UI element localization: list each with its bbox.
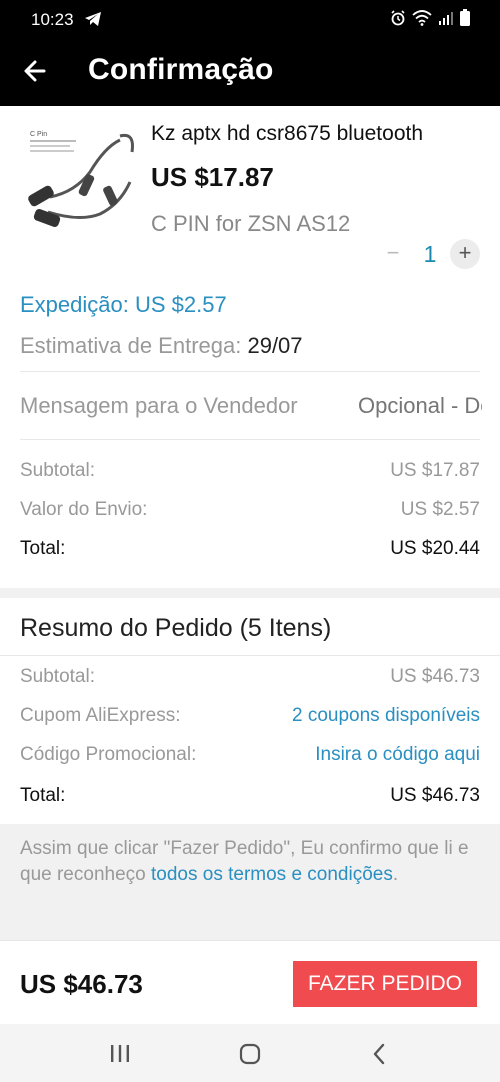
item-total-value: US $20.44 [390, 538, 480, 559]
item-subtotal-label: Subtotal: [20, 460, 95, 481]
promo-code-label: Código Promocional: [20, 744, 197, 765]
product-thumbnail[interactable]: C Pin [20, 122, 140, 244]
place-order-button[interactable]: FAZER PEDIDO [293, 961, 477, 1007]
summary-total-label: Total: [20, 785, 66, 806]
item-total-label: Total: [20, 538, 66, 559]
increase-quantity-button[interactable]: + [450, 239, 480, 269]
terms-notice: Assim que clicar "Fazer Pedido", Eu conf… [0, 824, 500, 922]
delivery-date: 29/07 [247, 333, 303, 358]
terms-text-block: Assim que clicar "Fazer Pedido", Eu conf… [20, 836, 480, 888]
promo-code-link[interactable]: Insira o código aqui [315, 744, 480, 766]
delivery-label: Estimativa de Entrega: [20, 333, 242, 358]
item-shipping-value: US $2.57 [400, 499, 480, 520]
recent-apps-icon[interactable] [105, 1040, 135, 1068]
decrease-quantity-button[interactable]: − [378, 239, 408, 269]
status-bar: 10:23 [0, 0, 500, 40]
product-variant: C PIN for ZSN AS12 [151, 211, 351, 236]
quantity-value: 1 [423, 241, 437, 267]
page-title: Confirmação [88, 53, 274, 86]
product-name[interactable]: Kz aptx hd csr8675 bluetooth [151, 122, 486, 146]
arrow-left-icon[interactable] [22, 54, 52, 88]
status-time: 10:23 [31, 10, 74, 29]
checkout-bar: US $46.73 FAZER PEDIDO [0, 940, 500, 1024]
order-item-card: C Pin Kz aptx hd csr8675 bluetooth US $1… [0, 106, 500, 588]
terms-link[interactable]: todos os termos e condições [151, 864, 393, 885]
status-icons [390, 9, 470, 31]
terms-period: . [392, 864, 399, 885]
divider [20, 439, 480, 440]
summary-subtotal-value: US $46.73 [390, 666, 480, 687]
summary-subtotal-label: Subtotal: [20, 666, 95, 687]
divider [0, 655, 500, 656]
item-subtotal-value: US $17.87 [390, 460, 480, 481]
delivery-estimate: Estimativa de Entrega: 29/07 [20, 333, 303, 359]
coupons-available-link[interactable]: 2 coupons disponíveis [292, 705, 480, 727]
thumbnail-label: C Pin [30, 131, 47, 138]
order-summary: Resumo do Pedido (5 Itens) Subtotal: US … [0, 598, 500, 824]
item-shipping-label: Valor do Envio: [20, 499, 148, 520]
quantity-stepper: − 1 + [378, 239, 482, 269]
app-bar: Confirmação [0, 40, 500, 106]
order-total: US $46.73 [20, 969, 143, 999]
home-icon[interactable] [235, 1040, 265, 1068]
system-nav-bar [0, 1024, 500, 1082]
wifi-icon [412, 9, 432, 31]
battery-icon [460, 9, 470, 31]
summary-total-value: US $46.73 [390, 785, 480, 806]
seller-message-input[interactable] [358, 393, 482, 419]
telegram-icon [84, 11, 102, 32]
seller-message-label: Mensagem para o Vendedor [20, 393, 298, 418]
order-summary-title: Resumo do Pedido (5 Itens) [20, 614, 332, 642]
shipping-method-link[interactable]: Expedição: US $2.57 [20, 292, 227, 318]
product-price: US $17.87 [151, 162, 274, 192]
divider [20, 371, 480, 372]
signal-icon [438, 10, 454, 31]
back-nav-icon[interactable] [365, 1040, 395, 1068]
coupon-label: Cupom AliExpress: [20, 705, 181, 726]
alarm-icon [390, 9, 406, 31]
